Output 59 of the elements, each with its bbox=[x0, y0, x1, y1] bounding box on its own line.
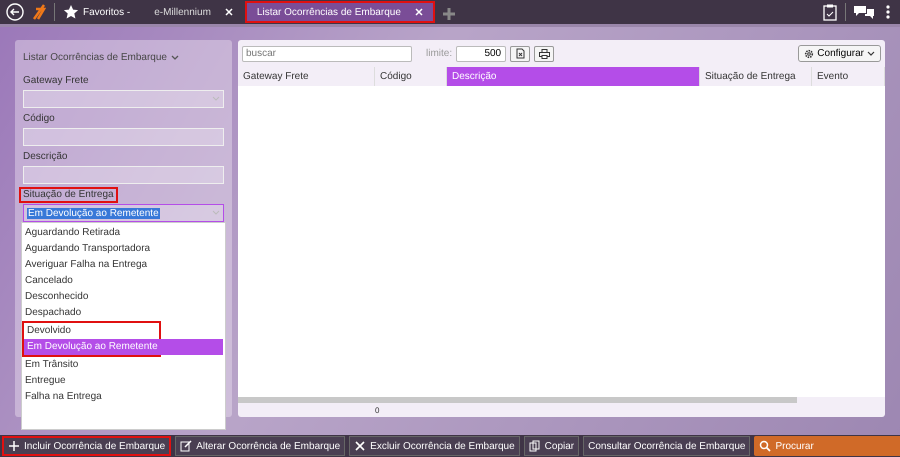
search-field[interactable]: buscar bbox=[242, 46, 412, 62]
dropdown-option[interactable]: Em Devolução ao Remetente bbox=[24, 339, 223, 355]
input-field[interactable] bbox=[23, 128, 224, 146]
clipboard-icon[interactable] bbox=[823, 4, 837, 20]
dropdown-option[interactable]: Devolvido bbox=[24, 323, 223, 339]
chevron-down-icon[interactable] bbox=[170, 54, 179, 60]
select-field[interactable] bbox=[23, 90, 224, 108]
field-label: Situação de Entrega bbox=[19, 187, 118, 203]
action-button[interactable]: Incluir Ocorrência de Embarque bbox=[2, 436, 172, 456]
column-header[interactable]: Descrição bbox=[447, 67, 700, 86]
more-icon[interactable] bbox=[886, 5, 890, 19]
back-icon[interactable] bbox=[6, 3, 24, 21]
field-label: Gateway Frete bbox=[22, 74, 90, 88]
document-icon bbox=[516, 48, 525, 59]
field-label: Código bbox=[22, 112, 56, 126]
printer-icon bbox=[538, 48, 550, 58]
logo-icon[interactable] bbox=[32, 4, 46, 20]
dropdown-option[interactable]: Averiguar Falha na Entrega bbox=[22, 257, 225, 273]
limit-field[interactable]: 500 bbox=[456, 46, 506, 62]
action-button[interactable]: Alterar Ocorrência de Embarque bbox=[175, 436, 346, 456]
copy-icon bbox=[528, 440, 541, 452]
star-icon bbox=[63, 4, 79, 20]
gear-icon bbox=[804, 48, 814, 58]
dropdown-option[interactable]: Entregue bbox=[22, 373, 225, 389]
record-count: 0 bbox=[375, 406, 380, 414]
tab[interactable]: Listar Ocorrências de Embarque bbox=[244, 1, 435, 23]
input-field[interactable] bbox=[23, 166, 224, 184]
scrollbar[interactable] bbox=[238, 397, 797, 403]
action-button[interactable]: Consultar Ocorrência de Embarque bbox=[583, 436, 750, 456]
action-button[interactable]: Procurar bbox=[754, 436, 900, 456]
dropdown-option[interactable]: Cancelado bbox=[22, 273, 225, 289]
close-icon bbox=[354, 440, 366, 452]
plus-icon bbox=[8, 440, 20, 452]
search-icon bbox=[759, 440, 772, 452]
chevron-down-icon bbox=[212, 210, 220, 216]
dropdown-option[interactable]: Aguardando Transportadora bbox=[22, 241, 225, 257]
export-button[interactable] bbox=[510, 46, 530, 62]
close-icon[interactable] bbox=[414, 8, 423, 16]
dropdown-option[interactable]: Em Trânsito bbox=[22, 357, 225, 373]
favorites-menu[interactable]: Favoritos - bbox=[83, 6, 130, 18]
tab[interactable]: e-Millennium bbox=[142, 1, 245, 23]
panel-title[interactable]: Listar Ocorrências de Embarque bbox=[23, 52, 167, 63]
dropdown-option[interactable]: Aguardando Retirada bbox=[22, 225, 225, 241]
dropdown-option[interactable]: Desconhecido bbox=[22, 289, 225, 305]
chevron-down-icon bbox=[867, 50, 875, 56]
dropdown-option[interactable]: Falha na Entrega bbox=[22, 389, 225, 405]
plus-icon[interactable] bbox=[442, 8, 455, 20]
close-icon[interactable] bbox=[224, 8, 233, 16]
print-button[interactable] bbox=[534, 46, 554, 62]
dropdown-option[interactable]: Despachado bbox=[22, 305, 225, 321]
configure-button[interactable]: Configurar bbox=[798, 45, 881, 62]
limit-label: limite: bbox=[426, 48, 452, 59]
edit-icon bbox=[180, 440, 192, 452]
action-button[interactable]: Excluir Ocorrência de Embarque bbox=[349, 436, 520, 456]
action-button[interactable]: Copiar bbox=[524, 436, 580, 456]
field-label: Descrição bbox=[22, 150, 68, 164]
select-field[interactable]: Em Devolução ao Remetente bbox=[23, 204, 224, 222]
chat-icon[interactable] bbox=[854, 4, 874, 20]
chevron-down-icon bbox=[212, 96, 220, 102]
